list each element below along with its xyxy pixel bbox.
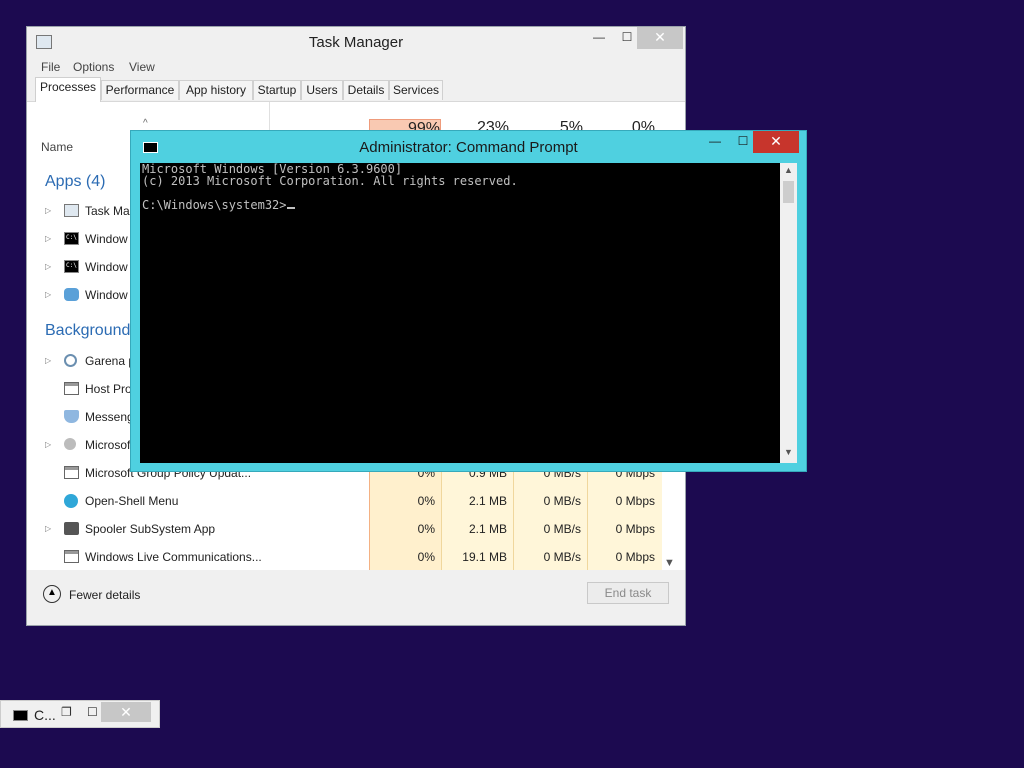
process-name: Garena p xyxy=(85,354,136,368)
console-prompt: C:\Windows\system32> xyxy=(142,198,287,212)
command-prompt-window[interactable]: Administrator: Command Prompt — ☐ ✕ Micr… xyxy=(130,130,807,472)
process-name: Open-Shell Menu xyxy=(85,494,179,508)
task-manager-icon xyxy=(64,204,79,217)
gear-icon xyxy=(64,354,77,367)
console-line: (c) 2013 Microsoft Corporation. All righ… xyxy=(142,174,518,188)
close-button[interactable]: ✕ xyxy=(101,702,151,722)
disk-value: 0 MB/s xyxy=(543,494,581,508)
column-name[interactable]: Name xyxy=(41,140,73,154)
user-icon xyxy=(64,438,76,450)
menu-bar: File Options View xyxy=(27,57,685,77)
group-apps: Apps (4) xyxy=(45,173,106,190)
maximize-button[interactable]: ☐ xyxy=(87,705,98,719)
memory-value: 2.1 MB xyxy=(468,494,507,508)
window-icon xyxy=(64,466,79,479)
disk-value: 0 MB/s xyxy=(543,550,581,564)
window-icon xyxy=(64,382,79,395)
scroll-up-icon[interactable]: ▲ xyxy=(780,165,797,175)
command-prompt-icon xyxy=(64,232,79,245)
process-name: Window xyxy=(85,288,128,302)
command-prompt-icon xyxy=(64,260,79,273)
process-name: Window xyxy=(85,260,128,274)
restore-button[interactable]: ❐ xyxy=(61,705,72,719)
process-name: Task Ma xyxy=(85,204,130,218)
list-item[interactable]: Windows Live Communications... 0% 19.1 M… xyxy=(27,543,667,570)
globe-icon xyxy=(64,494,78,508)
chevron-up-icon[interactable]: ▲ xyxy=(43,585,61,603)
cpu-value: 0% xyxy=(417,494,435,508)
scroll-down-icon[interactable]: ▼ xyxy=(664,557,675,569)
cmd-minimize-button[interactable]: — xyxy=(701,131,729,153)
expand-arrow-icon[interactable]: ▷ xyxy=(45,290,51,299)
minimized-title: C... xyxy=(34,707,56,723)
menu-options[interactable]: Options xyxy=(73,60,114,74)
process-name: Microsof xyxy=(85,438,131,452)
tab-processes[interactable]: Processes xyxy=(35,77,101,102)
list-item[interactable]: Open-Shell Menu 0% 2.1 MB 0 MB/s 0 Mbps xyxy=(27,487,667,515)
task-manager-titlebar[interactable]: Task Manager — ☐ ✕ xyxy=(27,27,685,57)
cpu-value: 0% xyxy=(417,550,435,564)
shield-icon xyxy=(64,410,79,423)
fewer-details-link[interactable]: Fewer details xyxy=(69,588,140,602)
console-prompt-line[interactable]: C:\Windows\system32> xyxy=(142,199,778,211)
window-icon xyxy=(64,550,79,563)
tm-close-button[interactable]: ✕ xyxy=(637,27,683,49)
tab-users[interactable]: Users xyxy=(301,80,343,100)
memory-value: 19.1 MB xyxy=(462,550,507,564)
list-item[interactable]: ▷ Spooler SubSystem App 0% 2.1 MB 0 MB/s… xyxy=(27,515,667,543)
tm-minimize-button[interactable]: — xyxy=(585,27,613,49)
memory-value: 2.1 MB xyxy=(468,522,507,536)
tab-details[interactable]: Details xyxy=(343,80,389,100)
tab-strip: Processes Performance App history Startu… xyxy=(27,77,685,102)
network-value: 0 Mbps xyxy=(615,522,655,536)
tab-performance[interactable]: Performance xyxy=(101,80,179,100)
process-name: Windows Live Communications... xyxy=(85,550,262,564)
text-cursor xyxy=(286,207,295,209)
command-prompt-titlebar[interactable]: Administrator: Command Prompt — ☐ ✕ xyxy=(131,131,806,163)
process-name: Window xyxy=(85,232,128,246)
task-manager-footer: ▲ Fewer details End task xyxy=(27,570,685,625)
end-task-button[interactable]: End task xyxy=(587,582,669,604)
expand-arrow-icon[interactable]: ▷ xyxy=(45,356,51,365)
scroll-down-icon[interactable]: ▼ xyxy=(780,447,797,457)
sort-up-icon[interactable]: ^ xyxy=(143,118,148,129)
console-output[interactable]: Microsoft Windows [Version 6.3.9600] (c)… xyxy=(140,163,780,463)
group-background: Background xyxy=(45,322,131,339)
expand-arrow-icon[interactable]: ▷ xyxy=(45,440,51,449)
scrollbar-thumb[interactable] xyxy=(783,181,794,203)
expand-arrow-icon[interactable]: ▷ xyxy=(45,262,51,271)
network-value: 0 Mbps xyxy=(615,550,655,564)
expand-arrow-icon[interactable]: ▷ xyxy=(45,206,51,215)
process-name: Spooler SubSystem App xyxy=(85,522,216,536)
command-prompt-icon xyxy=(13,710,28,721)
menu-file[interactable]: File xyxy=(41,60,60,74)
tab-services[interactable]: Services xyxy=(389,80,443,100)
menu-view[interactable]: View xyxy=(129,60,155,74)
printer-icon xyxy=(64,522,79,535)
expand-arrow-icon[interactable]: ▷ xyxy=(45,524,51,533)
console-scrollbar[interactable]: ▲ ▼ xyxy=(780,163,797,463)
cpu-value: 0% xyxy=(417,522,435,536)
disk-value: 0 MB/s xyxy=(543,522,581,536)
network-value: 0 Mbps xyxy=(615,494,655,508)
people-icon xyxy=(64,288,79,301)
expand-arrow-icon[interactable]: ▷ xyxy=(45,234,51,243)
process-name: Host Pro xyxy=(85,382,132,396)
minimized-command-prompt[interactable]: C... ❐ ☐ ✕ xyxy=(0,700,160,728)
tab-startup[interactable]: Startup xyxy=(253,80,301,100)
cmd-close-button[interactable]: ✕ xyxy=(753,131,799,153)
process-name: Messeng xyxy=(85,410,134,424)
tab-app-history[interactable]: App history xyxy=(179,80,253,100)
